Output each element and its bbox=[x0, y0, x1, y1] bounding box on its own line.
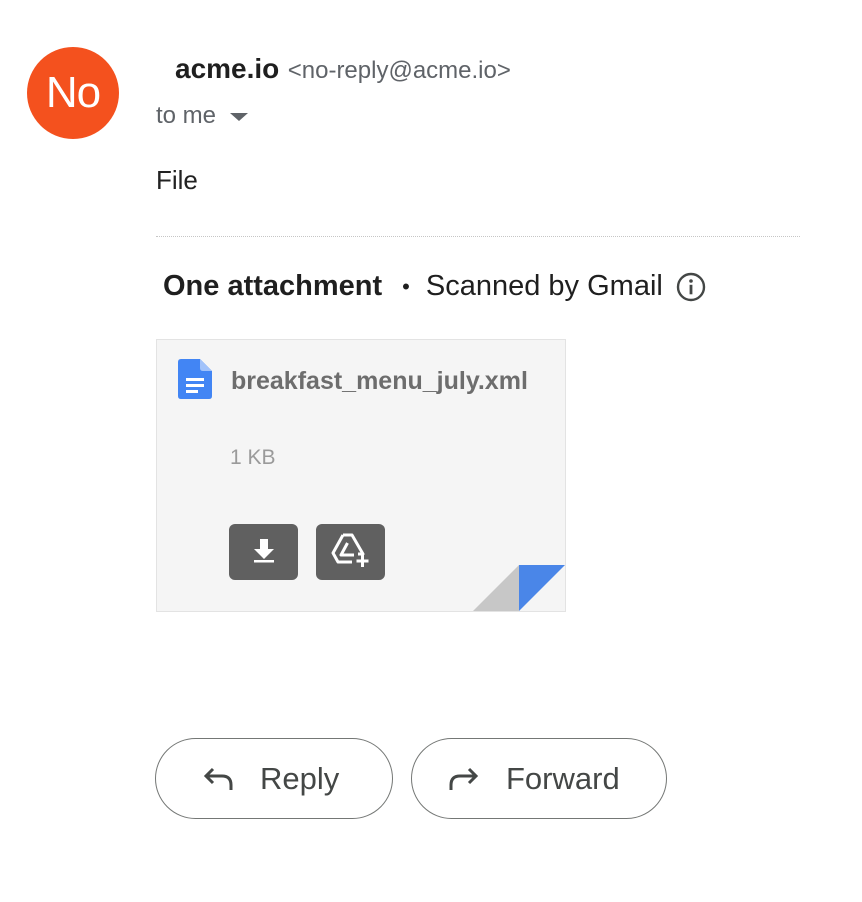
page-fold-icon bbox=[473, 565, 565, 611]
reply-button[interactable]: Reply bbox=[155, 738, 393, 819]
download-button[interactable] bbox=[229, 524, 298, 580]
avatar[interactable]: No bbox=[27, 47, 119, 139]
info-icon[interactable] bbox=[675, 271, 707, 303]
chevron-down-icon[interactable] bbox=[230, 113, 249, 121]
message-body: File bbox=[156, 165, 198, 195]
scan-status: Scanned by Gmail bbox=[425, 270, 663, 302]
recipient-details-toggle[interactable]: to me bbox=[156, 102, 249, 130]
add-to-drive-icon bbox=[330, 531, 372, 574]
attachment-card[interactable]: breakfast_menu_july.xml 1 KB bbox=[156, 339, 566, 612]
forward-label: Forward bbox=[506, 760, 620, 796]
download-icon bbox=[251, 537, 277, 568]
reply-label: Reply bbox=[260, 760, 340, 796]
sender-email: <no-reply@acme.io> bbox=[287, 57, 511, 84]
attachment-divider bbox=[156, 236, 800, 237]
recipient-label: to me bbox=[156, 102, 217, 129]
email-view: No acme.io <no-reply@acme.io> to me File… bbox=[0, 0, 862, 902]
forward-button[interactable]: Forward bbox=[411, 738, 667, 819]
attachment-header: One attachment • Scanned by Gmail bbox=[163, 270, 707, 303]
attachment-count: One attachment bbox=[163, 270, 383, 302]
forward-icon bbox=[446, 762, 480, 796]
add-to-drive-button[interactable] bbox=[316, 524, 385, 580]
attachment-file-size: 1 KB bbox=[230, 446, 276, 469]
sender-line: acme.io <no-reply@acme.io> bbox=[175, 53, 511, 85]
reply-icon bbox=[202, 762, 236, 796]
separator-dot: • bbox=[402, 273, 410, 299]
google-docs-icon bbox=[178, 359, 212, 399]
sender-name[interactable]: acme.io bbox=[175, 53, 279, 84]
attachment-file-name: breakfast_menu_july.xml bbox=[231, 367, 528, 395]
